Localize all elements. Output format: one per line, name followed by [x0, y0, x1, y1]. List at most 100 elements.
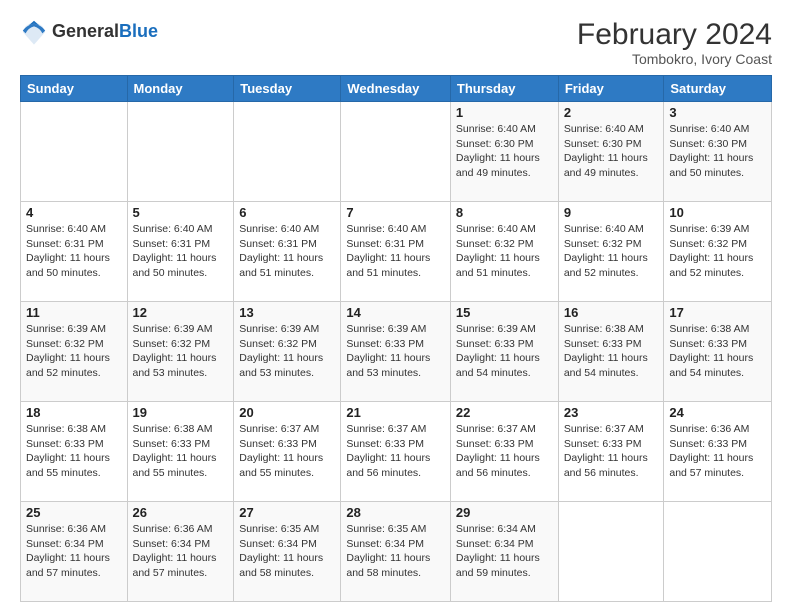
- location: Tombokro, Ivory Coast: [577, 51, 772, 67]
- calendar-cell: 25 Sunrise: 6:36 AM Sunset: 6:34 PM Dayli…: [21, 502, 128, 602]
- calendar-cell: 11 Sunrise: 6:39 AM Sunset: 6:32 PM Dayli…: [21, 302, 128, 402]
- day-info: Sunrise: 6:35 AM Sunset: 6:34 PM Dayligh…: [239, 522, 335, 581]
- calendar-col-wednesday: Wednesday: [341, 76, 451, 102]
- calendar-cell: 18 Sunrise: 6:38 AM Sunset: 6:33 PM Dayli…: [21, 402, 128, 502]
- calendar-cell: 5 Sunrise: 6:40 AM Sunset: 6:31 PM Daylig…: [127, 202, 234, 302]
- calendar-cell: 21Sunrise: 6:37 AM Sunset: 6:33 PM Dayli…: [341, 402, 451, 502]
- day-info: Sunrise: 6:39 AM Sunset: 6:32 PM Dayligh…: [669, 222, 766, 281]
- month-year: February 2024: [577, 18, 772, 51]
- day-info: Sunrise: 6:40 AM Sunset: 6:30 PM Dayligh…: [456, 122, 553, 181]
- header: GeneralBlue February 2024 Tombokro, Ivor…: [20, 18, 772, 67]
- day-info: Sunrise: 6:37 AM Sunset: 6:33 PM Dayligh…: [346, 422, 445, 481]
- calendar-cell: [127, 102, 234, 202]
- day-info: Sunrise: 6:39 AM Sunset: 6:32 PM Dayligh…: [239, 322, 335, 381]
- calendar-cell: 26 Sunrise: 6:36 AM Sunset: 6:34 PM Dayli…: [127, 502, 234, 602]
- page: GeneralBlue February 2024 Tombokro, Ivor…: [0, 0, 792, 612]
- day-number: 29: [456, 505, 553, 520]
- calendar-week-4: 25 Sunrise: 6:36 AM Sunset: 6:34 PM Dayli…: [21, 502, 772, 602]
- day-number: 25: [26, 505, 122, 520]
- calendar-cell: 14 Sunrise: 6:39 AM Sunset: 6:33 PM Dayli…: [341, 302, 451, 402]
- calendar-cell: 22Sunrise: 6:37 AM Sunset: 6:33 PM Dayli…: [450, 402, 558, 502]
- day-info: Sunrise: 6:36 AM Sunset: 6:34 PM Dayligh…: [26, 522, 122, 581]
- calendar-col-sunday: Sunday: [21, 76, 128, 102]
- day-info: Sunrise: 6:40 AM Sunset: 6:32 PM Dayligh…: [564, 222, 659, 281]
- calendar-cell: 27 Sunrise: 6:35 AM Sunset: 6:34 PM Dayli…: [234, 502, 341, 602]
- day-info: Sunrise: 6:38 AM Sunset: 6:33 PM Dayligh…: [26, 422, 122, 481]
- day-info: Sunrise: 6:34 AM Sunset: 6:34 PM Dayligh…: [456, 522, 553, 581]
- day-info: Sunrise: 6:37 AM Sunset: 6:33 PM Dayligh…: [564, 422, 659, 481]
- calendar-cell: [21, 102, 128, 202]
- logo: GeneralBlue: [20, 18, 158, 46]
- day-number: 10: [669, 205, 766, 220]
- day-number: 24: [669, 405, 766, 420]
- day-number: 11: [26, 305, 122, 320]
- day-info: Sunrise: 6:40 AM Sunset: 6:31 PM Dayligh…: [26, 222, 122, 281]
- day-info: Sunrise: 6:36 AM Sunset: 6:33 PM Dayligh…: [669, 422, 766, 481]
- day-info: Sunrise: 6:36 AM Sunset: 6:34 PM Dayligh…: [133, 522, 229, 581]
- day-number: 17: [669, 305, 766, 320]
- day-number: 9: [564, 205, 659, 220]
- day-number: 27: [239, 505, 335, 520]
- calendar-week-0: 1 Sunrise: 6:40 AM Sunset: 6:30 PM Daylig…: [21, 102, 772, 202]
- logo-icon: [20, 18, 48, 46]
- day-info: Sunrise: 6:39 AM Sunset: 6:33 PM Dayligh…: [346, 322, 445, 381]
- day-info: Sunrise: 6:38 AM Sunset: 6:33 PM Dayligh…: [564, 322, 659, 381]
- calendar-cell: 28 Sunrise: 6:35 AM Sunset: 6:34 PM Dayli…: [341, 502, 451, 602]
- day-number: 15: [456, 305, 553, 320]
- day-info: Sunrise: 6:37 AM Sunset: 6:33 PM Dayligh…: [456, 422, 553, 481]
- day-info: Sunrise: 6:38 AM Sunset: 6:33 PM Dayligh…: [669, 322, 766, 381]
- day-number: 14: [346, 305, 445, 320]
- calendar-cell: 12 Sunrise: 6:39 AM Sunset: 6:32 PM Dayli…: [127, 302, 234, 402]
- header-right: February 2024 Tombokro, Ivory Coast: [577, 18, 772, 67]
- calendar-table: SundayMondayTuesdayWednesdayThursdayFrid…: [20, 75, 772, 602]
- day-info: Sunrise: 6:40 AM Sunset: 6:32 PM Dayligh…: [456, 222, 553, 281]
- day-number: 1: [456, 105, 553, 120]
- calendar-cell: 1 Sunrise: 6:40 AM Sunset: 6:30 PM Daylig…: [450, 102, 558, 202]
- day-number: 12: [133, 305, 229, 320]
- day-info: Sunrise: 6:39 AM Sunset: 6:33 PM Dayligh…: [456, 322, 553, 381]
- logo-blue: Blue: [119, 21, 158, 41]
- calendar-col-thursday: Thursday: [450, 76, 558, 102]
- day-number: 26: [133, 505, 229, 520]
- calendar-cell: [341, 102, 451, 202]
- day-info: Sunrise: 6:37 AM Sunset: 6:33 PM Dayligh…: [239, 422, 335, 481]
- day-number: 18: [26, 405, 122, 420]
- day-number: 6: [239, 205, 335, 220]
- day-info: Sunrise: 6:35 AM Sunset: 6:34 PM Dayligh…: [346, 522, 445, 581]
- day-info: Sunrise: 6:40 AM Sunset: 6:30 PM Dayligh…: [564, 122, 659, 181]
- calendar-week-3: 18 Sunrise: 6:38 AM Sunset: 6:33 PM Dayli…: [21, 402, 772, 502]
- day-info: Sunrise: 6:40 AM Sunset: 6:30 PM Dayligh…: [669, 122, 766, 181]
- calendar-cell: [558, 502, 664, 602]
- day-number: 16: [564, 305, 659, 320]
- day-number: 28: [346, 505, 445, 520]
- calendar-cell: 3Sunrise: 6:40 AM Sunset: 6:30 PM Daylig…: [664, 102, 772, 202]
- calendar-cell: 19Sunrise: 6:38 AM Sunset: 6:33 PM Dayli…: [127, 402, 234, 502]
- calendar-col-saturday: Saturday: [664, 76, 772, 102]
- day-number: 7: [346, 205, 445, 220]
- calendar-week-1: 4Sunrise: 6:40 AM Sunset: 6:31 PM Daylig…: [21, 202, 772, 302]
- day-info: Sunrise: 6:38 AM Sunset: 6:33 PM Dayligh…: [133, 422, 229, 481]
- calendar-cell: 17 Sunrise: 6:38 AM Sunset: 6:33 PM Dayli…: [664, 302, 772, 402]
- day-number: 23: [564, 405, 659, 420]
- logo-general: General: [52, 21, 119, 41]
- day-number: 20: [239, 405, 335, 420]
- day-info: Sunrise: 6:39 AM Sunset: 6:32 PM Dayligh…: [133, 322, 229, 381]
- calendar-cell: 23 Sunrise: 6:37 AM Sunset: 6:33 PM Dayli…: [558, 402, 664, 502]
- calendar-cell: [664, 502, 772, 602]
- calendar-cell: 24 Sunrise: 6:36 AM Sunset: 6:33 PM Dayli…: [664, 402, 772, 502]
- calendar-week-2: 11 Sunrise: 6:39 AM Sunset: 6:32 PM Dayli…: [21, 302, 772, 402]
- day-number: 5: [133, 205, 229, 220]
- calendar-cell: 9 Sunrise: 6:40 AM Sunset: 6:32 PM Daylig…: [558, 202, 664, 302]
- calendar-cell: 20 Sunrise: 6:37 AM Sunset: 6:33 PM Dayli…: [234, 402, 341, 502]
- calendar-header-row: SundayMondayTuesdayWednesdayThursdayFrid…: [21, 76, 772, 102]
- day-info: Sunrise: 6:40 AM Sunset: 6:31 PM Dayligh…: [346, 222, 445, 281]
- calendar-cell: 10 Sunrise: 6:39 AM Sunset: 6:32 PM Dayli…: [664, 202, 772, 302]
- logo-text: GeneralBlue: [52, 21, 158, 43]
- calendar-cell: [234, 102, 341, 202]
- day-number: 13: [239, 305, 335, 320]
- calendar-cell: 7 Sunrise: 6:40 AM Sunset: 6:31 PM Daylig…: [341, 202, 451, 302]
- day-info: Sunrise: 6:40 AM Sunset: 6:31 PM Dayligh…: [133, 222, 229, 281]
- day-info: Sunrise: 6:39 AM Sunset: 6:32 PM Dayligh…: [26, 322, 122, 381]
- day-number: 8: [456, 205, 553, 220]
- calendar-cell: 8 Sunrise: 6:40 AM Sunset: 6:32 PM Daylig…: [450, 202, 558, 302]
